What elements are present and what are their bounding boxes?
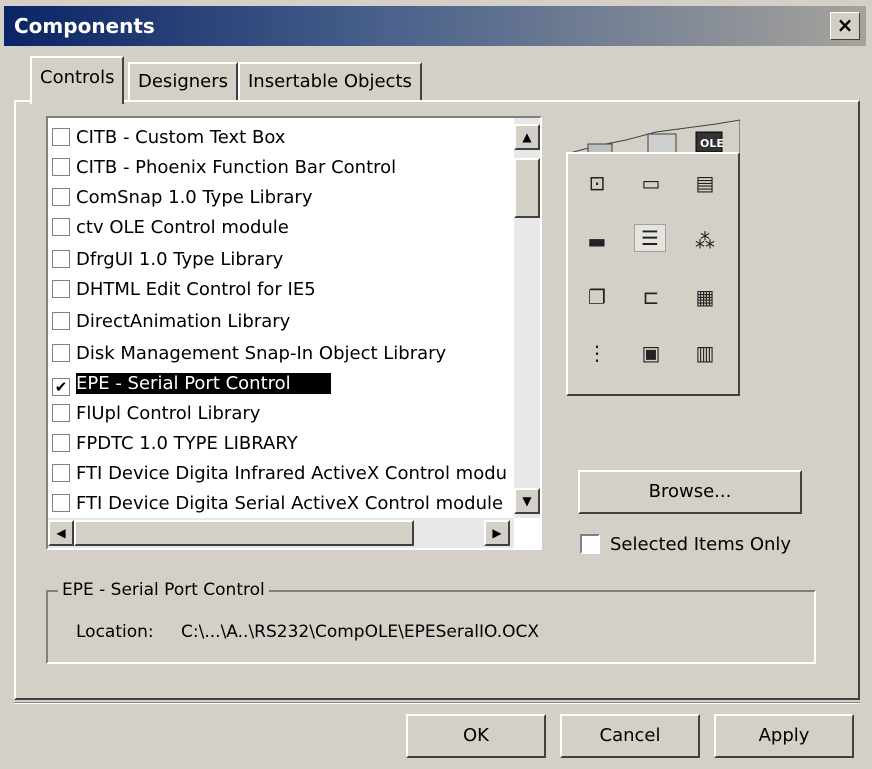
frame-icon: ▤	[695, 171, 715, 195]
list-item-label: FTI Device Digita Serial ActiveX Control…	[76, 493, 504, 514]
listview-icon: ⁂	[695, 229, 715, 253]
browse-button[interactable]: Browse...	[578, 470, 802, 514]
tab-label: Insertable Objects	[248, 71, 412, 92]
list-item[interactable]: DHTML Edit Control for IE5	[52, 276, 512, 304]
checkbox[interactable]	[52, 158, 70, 176]
selected-items-only-checkbox[interactable]	[580, 534, 600, 554]
location-label: Location:	[76, 622, 154, 642]
component-details-group: EPE - Serial Port Control Location: C:\.…	[46, 578, 816, 664]
list-item-selected[interactable]: ✔ EPE - Serial Port Control	[52, 370, 512, 398]
treeview-icon: ☰	[634, 224, 666, 252]
tab-designers[interactable]: Designers	[128, 62, 238, 102]
apply-button[interactable]: Apply	[714, 714, 854, 758]
scroll-up-button[interactable]: ▲	[514, 124, 540, 150]
list-item[interactable]: FPDTC 1.0 TYPE LIBRARY	[52, 430, 512, 458]
checkbox[interactable]	[52, 128, 70, 146]
arrow-up-icon: ▲	[522, 130, 532, 144]
location-value: C:\...\A..\RS232\CompOLE\EPESeralIO.OCX	[181, 622, 540, 642]
window-title: Components	[14, 14, 155, 38]
list-item[interactable]: ctv OLE Control module	[52, 214, 512, 242]
list-item-label: DirectAnimation Library	[76, 311, 291, 332]
imagelist-icon: ▦	[695, 285, 715, 309]
checkbox[interactable]	[52, 280, 70, 298]
toolbox-preview: OLE ⊡ ▭ ▤ ▬ ☰ ⁂ ❐ ⊏ ▦ ⋮ ▣ ▥	[566, 118, 740, 396]
progressbar-icon: ▬	[587, 229, 607, 253]
apply-button-label: Apply	[758, 725, 810, 746]
separator	[14, 702, 860, 704]
close-button[interactable]: ×	[830, 12, 860, 40]
label-icon: ▭	[641, 171, 661, 195]
calendar-icon: ▥	[695, 341, 715, 365]
checkbox-checked[interactable]: ✔	[52, 378, 70, 396]
browse-button-label: Browse...	[648, 481, 732, 502]
list-item[interactable]: FTI Device Digita Serial ActiveX Control…	[52, 490, 512, 518]
list-item-label: CITB - Custom Text Box	[76, 127, 286, 148]
tab-insertable-objects[interactable]: Insertable Objects	[238, 62, 422, 102]
toolbar-icon: ⊏	[642, 285, 660, 309]
selected-items-only-option[interactable]: Selected Items Only	[580, 532, 791, 558]
arrow-left-icon: ◀	[56, 526, 66, 540]
tab-label: Designers	[138, 71, 228, 92]
list-item-label: FTI Device Digita Infrared ActiveX Contr…	[76, 463, 508, 484]
checkbox[interactable]	[52, 218, 70, 236]
tab-label: Controls	[40, 67, 115, 88]
list-item-label: DHTML Edit Control for IE5	[76, 279, 316, 300]
list-item-label: ComSnap 1.0 Type Library	[76, 187, 313, 208]
group-title: EPE - Serial Port Control	[58, 578, 269, 602]
scroll-left-button[interactable]: ◀	[48, 520, 74, 546]
list-item[interactable]: DfrgUI 1.0 Type Library	[52, 246, 512, 274]
list-item-label: EPE - Serial Port Control	[76, 373, 331, 394]
list-item[interactable]: Disk Management Snap-In Object Library	[52, 340, 512, 368]
list-item[interactable]: CITB - Phoenix Function Bar Control	[52, 154, 512, 182]
list-item[interactable]: FlUpl Control Library	[52, 400, 512, 428]
scroll-thumb-horizontal[interactable]	[74, 520, 414, 546]
checkbox[interactable]	[52, 344, 70, 362]
cancel-button-label: Cancel	[599, 725, 661, 746]
checkbox[interactable]	[52, 494, 70, 512]
list-item-label: FlUpl Control Library	[76, 403, 261, 424]
ole-label: OLE	[700, 137, 724, 150]
list-item[interactable]: CITB - Custom Text Box	[52, 124, 512, 152]
scroll-thumb[interactable]	[514, 158, 540, 218]
toolbox-frame: ⊡ ▭ ▤ ▬ ☰ ⁂ ❐ ⊏ ▦ ⋮ ▣ ▥	[566, 152, 740, 396]
components-list[interactable]: CITB - Custom Text Box CITB - Phoenix Fu…	[46, 116, 542, 550]
list-item[interactable]: ComSnap 1.0 Type Library	[52, 184, 512, 212]
scroll-down-button[interactable]: ▼	[514, 488, 540, 514]
location-row: Location: C:\...\A..\RS232\CompOLE\EPESe…	[76, 620, 539, 644]
textbox-icon: ⊡	[588, 171, 606, 195]
checkbox[interactable]	[52, 404, 70, 422]
arrow-down-icon: ▼	[522, 494, 532, 508]
vertical-scrollbar[interactable]: ▲ ▼	[514, 118, 540, 518]
cancel-button[interactable]: Cancel	[560, 714, 700, 758]
grid-icon: ⋮	[587, 341, 607, 365]
tab-controls[interactable]: Controls	[30, 56, 125, 104]
checkbox[interactable]	[52, 434, 70, 452]
ok-button[interactable]: OK	[406, 714, 546, 758]
list-item[interactable]: FTI Device Digita Infrared ActiveX Contr…	[52, 460, 512, 488]
selected-items-only-label: Selected Items Only	[610, 534, 792, 555]
checkbox[interactable]	[52, 250, 70, 268]
checkbox[interactable]	[52, 312, 70, 330]
title-bar: Components ×	[4, 6, 866, 46]
checkbox[interactable]	[52, 464, 70, 482]
horizontal-scrollbar[interactable]: ◀ ▶	[48, 518, 514, 548]
form-icon: ▣	[641, 341, 661, 365]
list-item[interactable]: DirectAnimation Library	[52, 308, 512, 336]
tabstrip-icon: ❐	[588, 285, 606, 309]
list-item-label: ctv OLE Control module	[76, 217, 289, 238]
checkbox[interactable]	[52, 188, 70, 206]
list-item-label: DfrgUI 1.0 Type Library	[76, 249, 284, 270]
ok-button-label: OK	[463, 725, 489, 746]
list-item-label: FPDTC 1.0 TYPE LIBRARY	[76, 433, 298, 454]
arrow-right-icon: ▶	[492, 526, 502, 540]
list-item-label: Disk Management Snap-In Object Library	[76, 343, 447, 364]
scroll-right-button[interactable]: ▶	[484, 520, 510, 546]
close-icon: ×	[836, 13, 854, 37]
list-item-label: CITB - Phoenix Function Bar Control	[76, 157, 397, 178]
